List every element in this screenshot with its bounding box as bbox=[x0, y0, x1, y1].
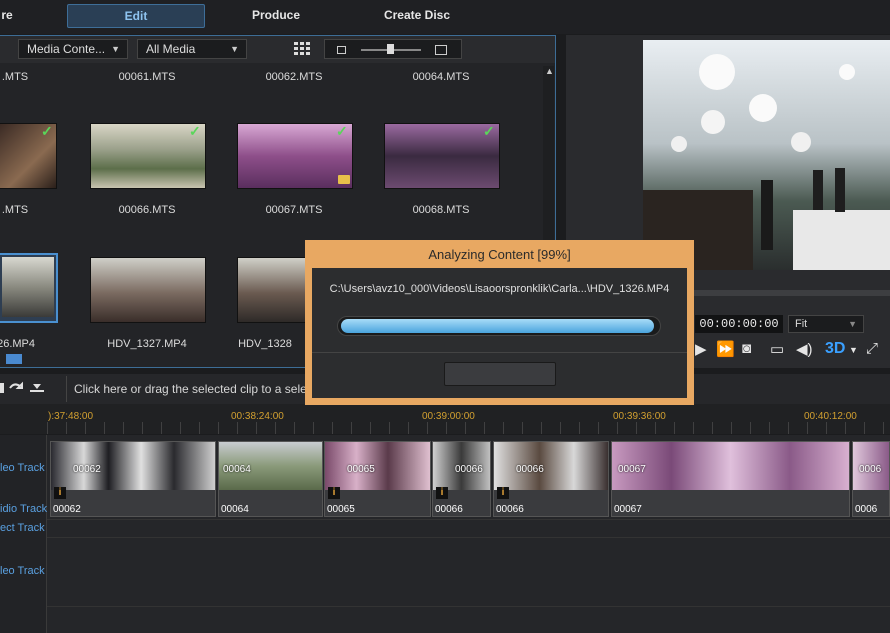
clip-label: 0006 bbox=[859, 464, 882, 475]
media-content-dropdown[interactable]: Media Conte... ▼ bbox=[18, 39, 128, 59]
screen-icon[interactable]: ▭ bbox=[770, 340, 784, 358]
timeline-clip[interactable]: 00066 i 00066 bbox=[493, 441, 609, 517]
thumbnail-size-slider[interactable] bbox=[324, 39, 462, 59]
timeline-clip[interactable]: 00064 00064 bbox=[218, 441, 323, 517]
small-thumb-icon bbox=[337, 46, 346, 54]
media-filename: HDV_1328 bbox=[238, 338, 292, 350]
media-thumbnail[interactable] bbox=[90, 257, 206, 323]
clip-audio-label: 00066 bbox=[435, 504, 463, 515]
scroll-up-icon[interactable]: ▲ bbox=[545, 66, 554, 76]
media-filename: 00066.MTS bbox=[118, 204, 176, 216]
clip-audio-label: 00066 bbox=[496, 504, 524, 515]
ruler-time-label: 00:38:24:00 bbox=[231, 411, 284, 422]
cancel-button[interactable] bbox=[444, 362, 556, 386]
media-filename: HDV_1327.MP4 bbox=[107, 338, 187, 350]
chevron-down-icon: ▼ bbox=[230, 44, 239, 54]
tab-capture[interactable]: re bbox=[0, 4, 14, 26]
chevron-down-icon: ▼ bbox=[111, 44, 120, 54]
clip-audio-label: 0006 bbox=[855, 504, 878, 515]
clip-audio-label: 00064 bbox=[221, 504, 249, 515]
checkmark-icon: ✓ bbox=[41, 123, 53, 139]
media-filename: 00061.MTS bbox=[118, 71, 176, 83]
media-thumbnail bbox=[2, 257, 54, 317]
info-icon[interactable]: i bbox=[497, 487, 509, 499]
preview-video bbox=[643, 40, 890, 270]
clip-label: 00065 bbox=[347, 464, 375, 475]
volume-icon[interactable]: ◀) bbox=[796, 340, 813, 358]
media-filename: .MTS bbox=[1, 204, 29, 216]
ruler-ticks bbox=[47, 422, 890, 434]
media-filename: 00067.MTS bbox=[265, 204, 323, 216]
tab-edit[interactable]: Edit bbox=[67, 4, 205, 28]
media-thumbnail[interactable] bbox=[237, 257, 306, 323]
fit-label: Fit bbox=[795, 318, 808, 330]
large-thumb-icon bbox=[435, 45, 447, 55]
clip-audio-label: 00065 bbox=[327, 504, 355, 515]
track-divider bbox=[47, 537, 890, 538]
media-filename: 326.MP4 bbox=[0, 338, 36, 350]
clip-label: 00066 bbox=[455, 464, 483, 475]
zoom-fit-dropdown[interactable]: Fit ▼ bbox=[788, 315, 864, 333]
add-clip-hint[interactable]: Click here or drag the selected clip to … bbox=[74, 382, 329, 396]
play-icon[interactable]: ▶ bbox=[695, 340, 707, 358]
timeline-clip[interactable]: 00067 00067 bbox=[611, 441, 850, 517]
top-menu-bar: re Edit Produce Create Disc bbox=[0, 0, 890, 34]
fast-forward-icon[interactable]: ⏩ bbox=[716, 340, 735, 358]
film-strip-icon bbox=[6, 354, 22, 364]
info-icon[interactable]: i bbox=[54, 487, 66, 499]
checkmark-icon: ✓ bbox=[483, 123, 495, 139]
clip-thumbnail bbox=[612, 442, 849, 490]
timeline-clip[interactable]: 0006 0006 bbox=[852, 441, 890, 517]
clip-label: 00064 bbox=[223, 464, 251, 475]
media-filename: 00064.MTS bbox=[412, 71, 470, 83]
timeline-clip[interactable]: 00066 i 00066 bbox=[432, 441, 491, 517]
dialog-file-path: C:\Users\avz10_000\Videos\Lisaoorspronkl… bbox=[329, 283, 670, 295]
divider bbox=[66, 376, 67, 402]
grid-view-icon[interactable] bbox=[294, 42, 310, 56]
clip-audio-label: 00067 bbox=[614, 504, 642, 515]
clip-thumbnail bbox=[325, 442, 430, 490]
3d-button[interactable]: 3D bbox=[825, 340, 845, 358]
timecode-display: 00:00:00:00 bbox=[695, 315, 783, 333]
fullscreen-icon[interactable]: ⤢ bbox=[866, 340, 878, 357]
checkmark-icon: ✓ bbox=[189, 123, 201, 139]
timeline-clip[interactable]: 00065 i 00065 bbox=[324, 441, 431, 517]
slider-handle[interactable] bbox=[387, 44, 394, 54]
ruler-time-label: 00:39:36:00 bbox=[613, 411, 666, 422]
folder-icon bbox=[338, 175, 350, 184]
media-filename: 00068.MTS bbox=[412, 204, 470, 216]
ruler-time-label: ):37:48:00 bbox=[48, 411, 94, 422]
checkmark-icon: ✓ bbox=[336, 123, 348, 139]
chevron-down-icon[interactable]: ▼ bbox=[849, 345, 858, 355]
tab-produce[interactable]: Produce bbox=[240, 4, 312, 26]
media-filename: .MTS bbox=[1, 71, 29, 83]
chevron-down-icon: ▼ bbox=[848, 319, 857, 329]
progress-fill bbox=[341, 319, 654, 333]
track-divider bbox=[47, 606, 890, 607]
divider bbox=[312, 352, 687, 353]
clip-label: 00067 bbox=[618, 464, 646, 475]
media-filename: 00062.MTS bbox=[265, 71, 323, 83]
library-toolbar: Media Conte... ▼ All Media ▼ bbox=[0, 36, 555, 63]
info-icon[interactable]: i bbox=[328, 487, 340, 499]
selected-media-item[interactable] bbox=[0, 253, 58, 323]
timeline-tools-icon[interactable] bbox=[0, 380, 48, 398]
media-content-label: Media Conte... bbox=[27, 42, 106, 56]
clip-label: 00062 bbox=[73, 464, 101, 475]
info-icon[interactable]: i bbox=[436, 487, 448, 499]
tab-create-disc[interactable]: Create Disc bbox=[374, 4, 460, 26]
camera-icon[interactable]: ◙ bbox=[742, 340, 751, 357]
ruler-time-label: 00:39:00:00 bbox=[422, 411, 475, 422]
track-divider bbox=[47, 519, 890, 520]
all-media-dropdown[interactable]: All Media ▼ bbox=[137, 39, 247, 59]
ruler-time-label: 00:40:12:00 bbox=[804, 411, 857, 422]
dialog-title: Analyzing Content [99%] bbox=[428, 247, 571, 262]
timeline-clip[interactable]: 00062 i 00062 bbox=[50, 441, 216, 517]
clip-audio-label: 00062 bbox=[53, 504, 81, 515]
clip-label: 00066 bbox=[516, 464, 544, 475]
all-media-label: All Media bbox=[146, 42, 196, 56]
clip-thumbnail bbox=[494, 442, 608, 490]
